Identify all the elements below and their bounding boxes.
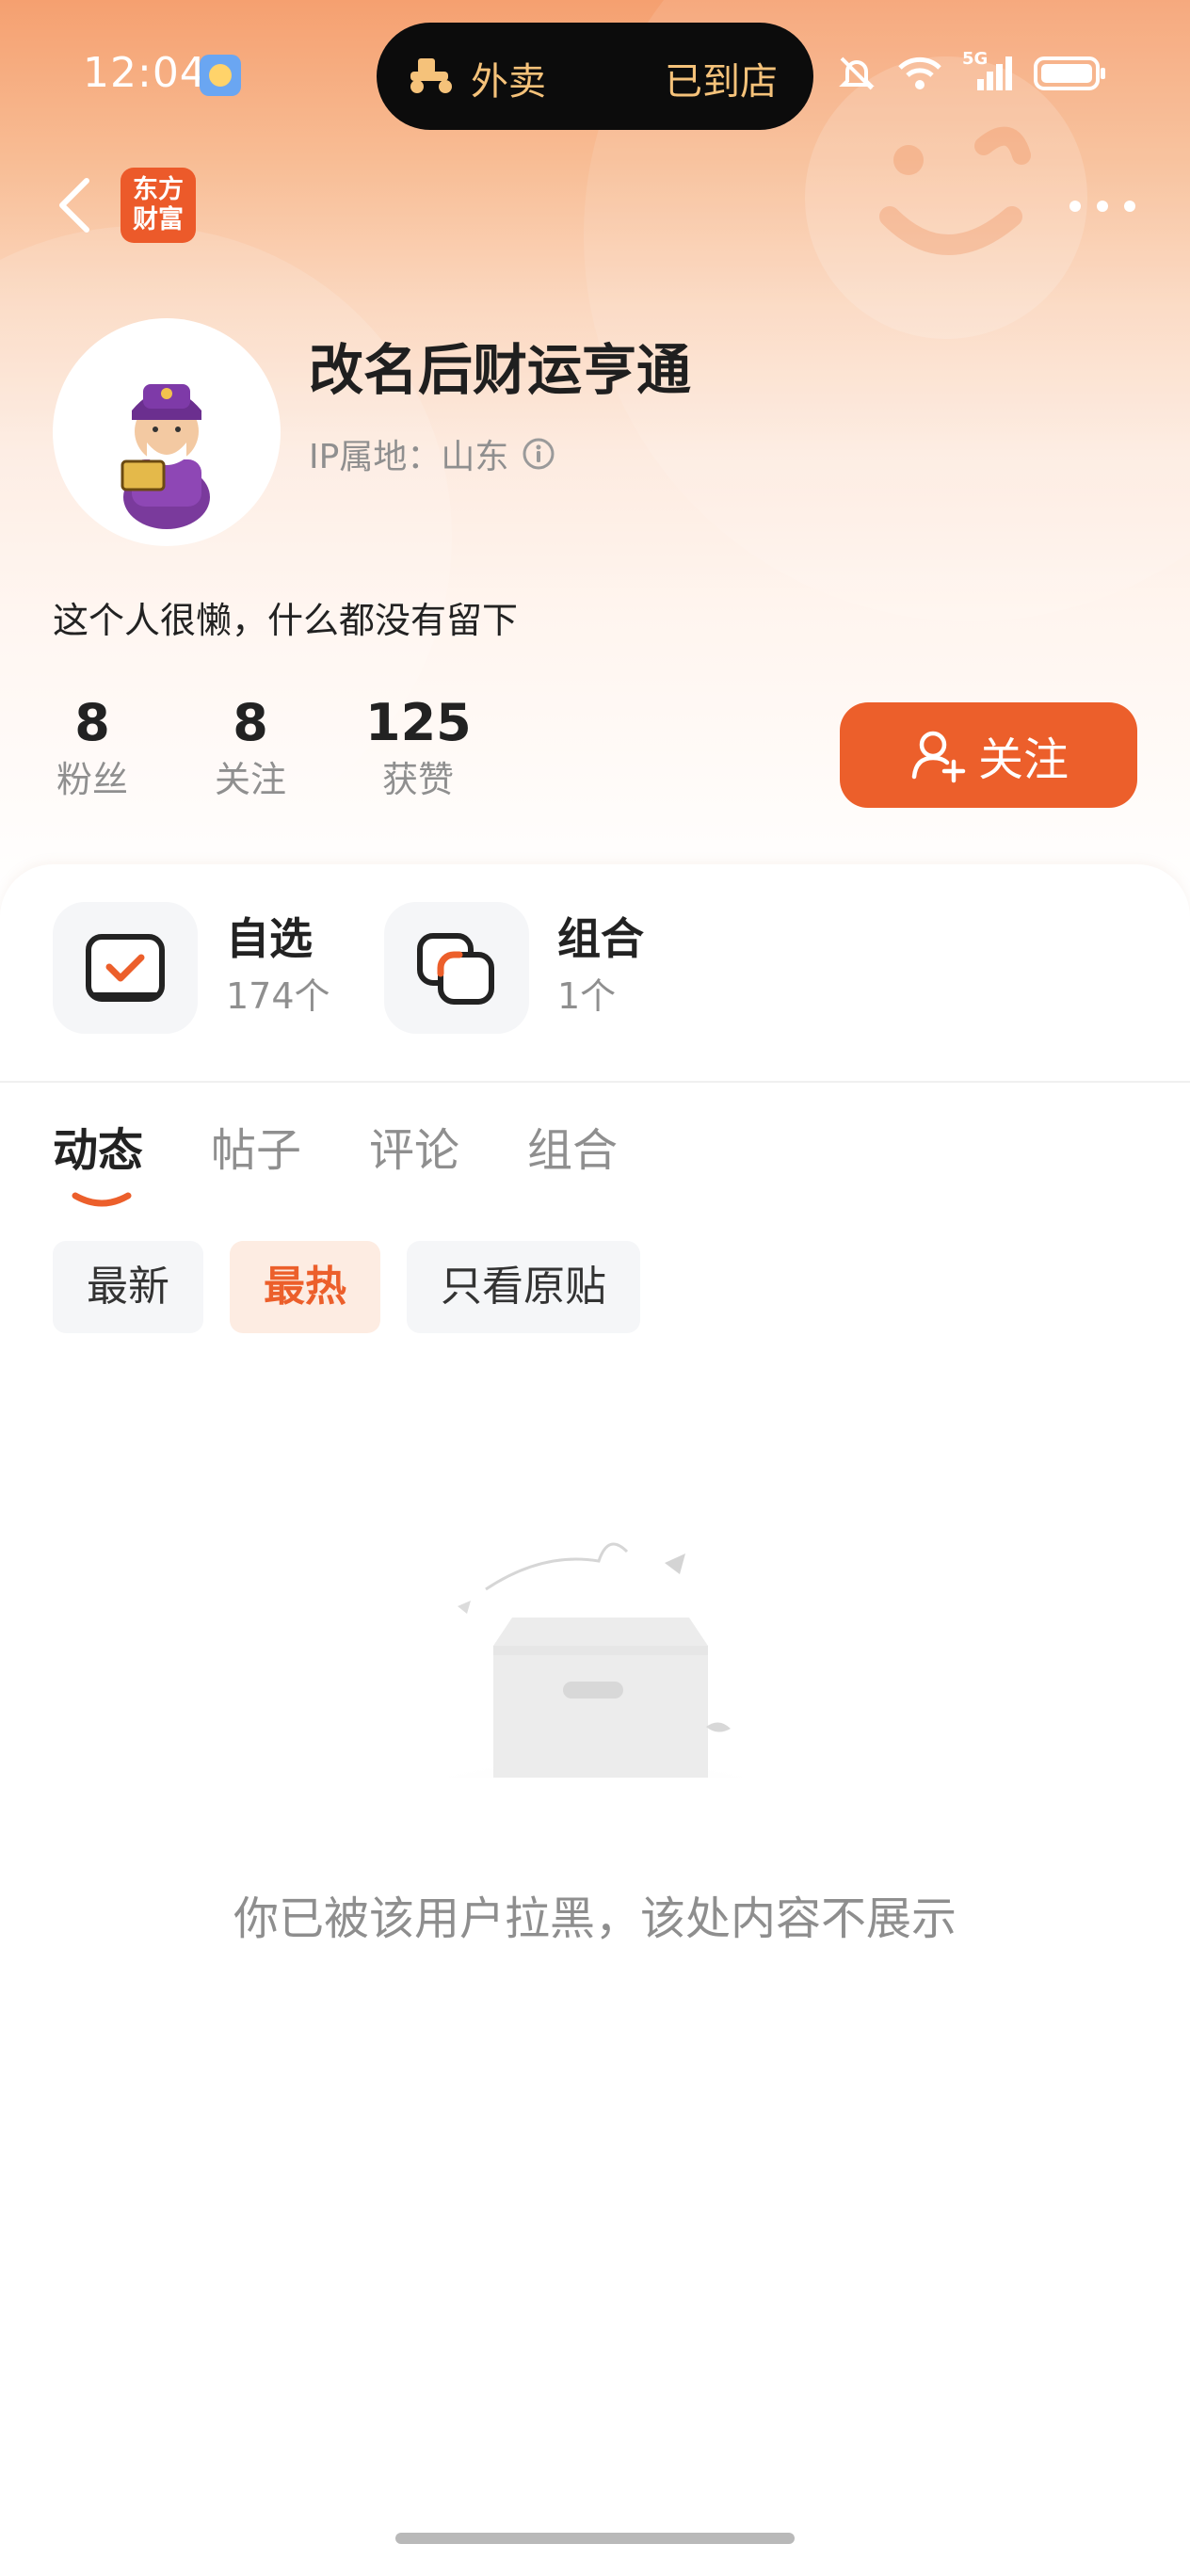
tab-label: 评论 [369, 1124, 460, 1177]
home-indicator[interactable] [395, 2533, 795, 2544]
empty-box-illustration [350, 1542, 840, 1778]
battery-icon [1034, 56, 1105, 90]
stat-followers[interactable]: 8 粉丝 [53, 693, 132, 806]
dynamic-island[interactable]: 外卖 已到店 [377, 23, 813, 130]
ip-location: IP属地：山东 [309, 438, 509, 476]
checkbox-icon [86, 934, 165, 1002]
wifi-icon [898, 56, 941, 89]
tab-portfolios[interactable]: 组合 [527, 1111, 618, 1205]
chevron-left-icon[interactable] [49, 169, 105, 241]
username: 改名后财运亨通 [309, 338, 692, 402]
scooter-icon [410, 58, 452, 93]
stat-label: 粉丝 [56, 759, 128, 800]
stat-value: 8 [233, 693, 268, 752]
stat-label: 获赞 [381, 759, 454, 800]
tab-comments[interactable]: 评论 [369, 1111, 459, 1205]
more-dots-icon[interactable] [1060, 183, 1145, 230]
ip-location-row: IP属地：山东 [309, 429, 555, 478]
tab-label: 动态 [53, 1124, 144, 1177]
fortune-god-avatar-icon [121, 384, 210, 529]
status-time: 12:04 [83, 49, 207, 97]
tab-bar: 动态 帖子 评论 组合 [53, 1111, 618, 1207]
watchlist-entry[interactable]: 自选 174个 [53, 902, 330, 1034]
watchlist-icon-box [53, 902, 198, 1034]
cellular-signal-icon: 5G [962, 49, 1015, 92]
app-logo: 东方 财富 [121, 168, 196, 243]
stat-value: 125 [365, 693, 472, 752]
status-bar: 12:04 外卖 已到店 5G [0, 0, 1190, 151]
content-card: 自选 174个 组合 1个 动态 帖子 评论 组合 最新 最热 只看原贴 你已被… [0, 864, 1190, 2576]
avatar[interactable] [53, 318, 281, 546]
island-delivery-label: 外卖 [471, 60, 546, 104]
empty-state-message: 你已被该用户拉黑，该处内容不展示 [233, 1892, 957, 1945]
filter-original-only[interactable]: 只看原贴 [407, 1241, 640, 1333]
island-status-label: 已到店 [665, 60, 778, 104]
weather-icon [200, 55, 241, 96]
portfolio-icon [417, 933, 494, 1005]
filter-hottest[interactable]: 最热 [230, 1241, 380, 1333]
portfolio-entry[interactable]: 组合 1个 [384, 902, 644, 1034]
portfolio-icon-box [384, 902, 529, 1034]
watchlist-title: 自选 [226, 913, 313, 964]
tab-label: 组合 [527, 1124, 619, 1177]
mute-bell-icon [839, 56, 875, 90]
info-icon[interactable] [522, 437, 555, 471]
stat-value: 8 [74, 693, 110, 752]
follow-button[interactable]: 关注 [840, 702, 1137, 808]
tab-activity[interactable]: 动态 [53, 1111, 144, 1207]
watchlist-count: 174个 [226, 975, 330, 1017]
tab-posts[interactable]: 帖子 [211, 1111, 301, 1205]
bio: 这个人很懒，什么都没有留下 [53, 600, 519, 641]
stat-following[interactable]: 8 关注 [211, 693, 290, 806]
stat-likes[interactable]: 125 获赞 [365, 693, 472, 806]
status-indicators: 5G [836, 49, 1107, 94]
portfolio-count: 1个 [557, 975, 617, 1017]
tab-label: 帖子 [211, 1124, 302, 1177]
divider [0, 1081, 1190, 1083]
portfolio-title: 组合 [557, 913, 644, 964]
stat-label: 关注 [214, 759, 286, 800]
add-user-icon [911, 731, 966, 783]
follow-label: 关注 [977, 733, 1069, 786]
tab-underline [72, 1192, 132, 1207]
filter-chips: 最新 最热 只看原贴 [53, 1241, 640, 1333]
filter-latest[interactable]: 最新 [53, 1241, 203, 1333]
